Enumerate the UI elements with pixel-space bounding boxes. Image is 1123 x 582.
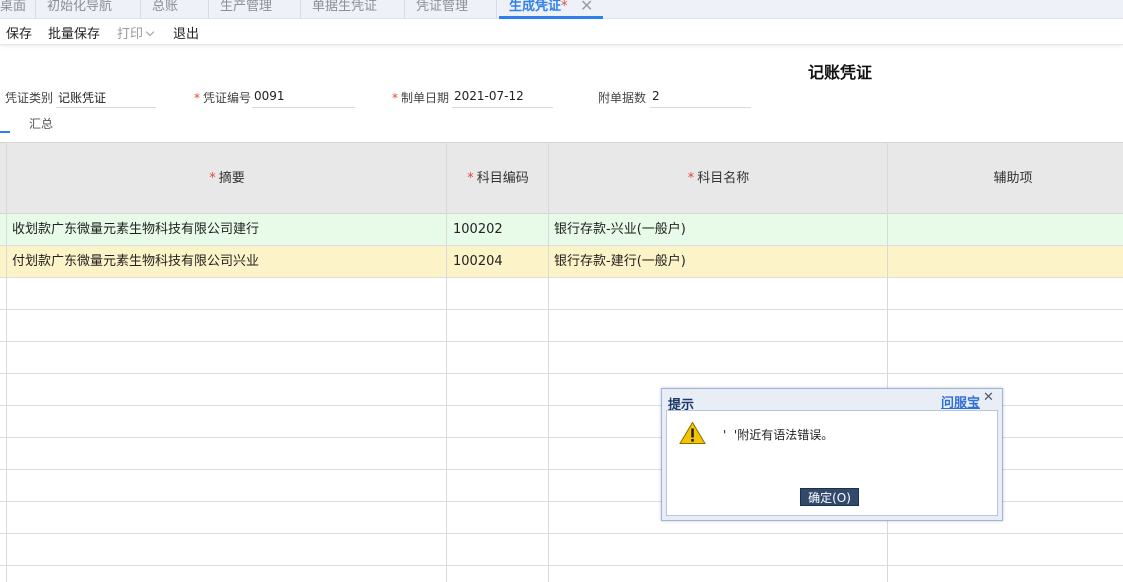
- tab-bar: 桌面 初始化导航 总账 生产管理 单据生凭证 凭证管理 生成凭证* ✕: [0, 0, 1123, 19]
- create-date-field[interactable]: 2021-07-12: [454, 89, 524, 103]
- warning-icon: [679, 421, 706, 444]
- voucher-type-underline: [56, 107, 156, 108]
- cell-account-name[interactable]: 银行存款-建行(一般户): [554, 246, 884, 278]
- col-header-account-name[interactable]: * 科目名称: [549, 143, 888, 215]
- create-date-label: * 制单日期: [392, 89, 449, 106]
- tab-doc-to-voucher[interactable]: 单据生凭证: [312, 0, 377, 19]
- create-date-underline: [452, 107, 553, 108]
- batch-save-button[interactable]: 批量保存: [48, 23, 100, 42]
- column-divider: [6, 142, 7, 582]
- column-divider: [548, 142, 549, 582]
- empty-row[interactable]: [0, 342, 1123, 374]
- col-header-summary[interactable]: * 摘要: [7, 143, 447, 215]
- tab-generate-voucher-label: 生成凭证: [509, 0, 562, 14]
- exit-button[interactable]: 退出: [173, 23, 199, 42]
- voucher-number-field[interactable]: 0091: [254, 89, 285, 103]
- voucher-number-label-text: 凭证编号: [203, 91, 252, 105]
- grid-header: * 摘要 * 科目编码 * 科目名称 辅助项: [0, 142, 1123, 214]
- empty-row[interactable]: [0, 278, 1123, 310]
- voucher-title: 记账凭证: [808, 63, 873, 82]
- cell-account-code[interactable]: 100202: [453, 214, 545, 246]
- empty-row[interactable]: [0, 534, 1123, 566]
- attachments-field[interactable]: 2: [652, 89, 660, 103]
- ok-button[interactable]: 确定(O): [800, 488, 859, 506]
- app-root: 桌面 初始化导航 总账 生产管理 单据生凭证 凭证管理 生成凭证* ✕ 保存 批…: [0, 0, 1123, 582]
- print-button[interactable]: 打印: [117, 23, 155, 42]
- table-row[interactable]: 付划款广东微量元素生物科技有限公司兴业 100204 银行存款-建行(一般户): [0, 246, 1123, 278]
- tab-desktop[interactable]: 桌面: [0, 0, 26, 19]
- col-header-account-code[interactable]: * 科目编码: [447, 143, 549, 215]
- dialog-message: ' '附近有语法错误。: [723, 428, 834, 442]
- table-row[interactable]: 收划款广东微量元素生物科技有限公司建行 100202 银行存款-兴业(一般户): [0, 214, 1123, 246]
- chevron-down-icon: [145, 27, 155, 37]
- create-date-label-text: 制单日期: [401, 91, 450, 105]
- required-mark: *: [209, 171, 216, 186]
- voucher-type-field[interactable]: 记账凭证: [58, 89, 106, 106]
- cell-auxiliary[interactable]: [893, 246, 1123, 278]
- cell-summary[interactable]: 付划款广东微量元素生物科技有限公司兴业: [12, 246, 442, 278]
- modified-mark: *: [561, 0, 568, 14]
- column-divider: [446, 142, 447, 582]
- print-button-label: 打印: [117, 27, 144, 42]
- attachments-label: 附单据数: [598, 91, 647, 105]
- tab-separator: [300, 0, 301, 18]
- required-mark: *: [467, 171, 474, 186]
- tab-voucher-mgmt[interactable]: 凭证管理: [416, 0, 468, 19]
- tab-production[interactable]: 生产管理: [220, 0, 272, 19]
- alert-dialog: 提示 问服宝 ✕ ' '附近有语法错误。 确定(O): [661, 388, 1003, 521]
- cell-auxiliary[interactable]: [893, 214, 1123, 246]
- dialog-body: ' '附近有语法错误。 确定(O): [666, 410, 998, 516]
- subtab-summary[interactable]: 汇总: [29, 115, 53, 132]
- close-icon[interactable]: ✕: [983, 390, 994, 405]
- col-header-account-code-label: 科目编码: [476, 171, 529, 186]
- empty-row[interactable]: [0, 310, 1123, 342]
- cell-account-code[interactable]: 100204: [453, 246, 545, 278]
- subtab-detail-indicator[interactable]: [0, 131, 10, 133]
- help-link[interactable]: 问服宝: [941, 392, 980, 411]
- tab-general-ledger[interactable]: 总账: [152, 0, 178, 19]
- tab-init-nav[interactable]: 初始化导航: [47, 0, 112, 19]
- voucher-number-underline: [252, 107, 355, 108]
- col-header-auxiliary[interactable]: 辅助项: [888, 143, 1123, 215]
- save-button[interactable]: 保存: [6, 23, 32, 42]
- cell-summary[interactable]: 收划款广东微量元素生物科技有限公司建行: [12, 214, 442, 246]
- col-header-account-name-label: 科目名称: [697, 171, 750, 186]
- voucher-number-label: * 凭证编号: [194, 89, 251, 106]
- empty-row[interactable]: [0, 566, 1123, 582]
- tab-separator: [35, 0, 36, 18]
- tab-separator: [208, 0, 209, 18]
- toolbar: 保存 批量保存 打印 退出: [0, 19, 1123, 45]
- attachments-underline: [650, 107, 751, 108]
- tab-separator: [404, 0, 405, 18]
- required-mark: *: [392, 91, 398, 105]
- voucher-type-label: 凭证类别: [5, 91, 54, 105]
- tab-separator: [496, 0, 497, 18]
- tab-separator: [140, 0, 141, 18]
- required-mark: *: [194, 91, 200, 105]
- cell-account-name[interactable]: 银行存款-兴业(一般户): [554, 214, 884, 246]
- col-header-summary-label: 摘要: [218, 171, 245, 186]
- required-mark: *: [687, 171, 695, 186]
